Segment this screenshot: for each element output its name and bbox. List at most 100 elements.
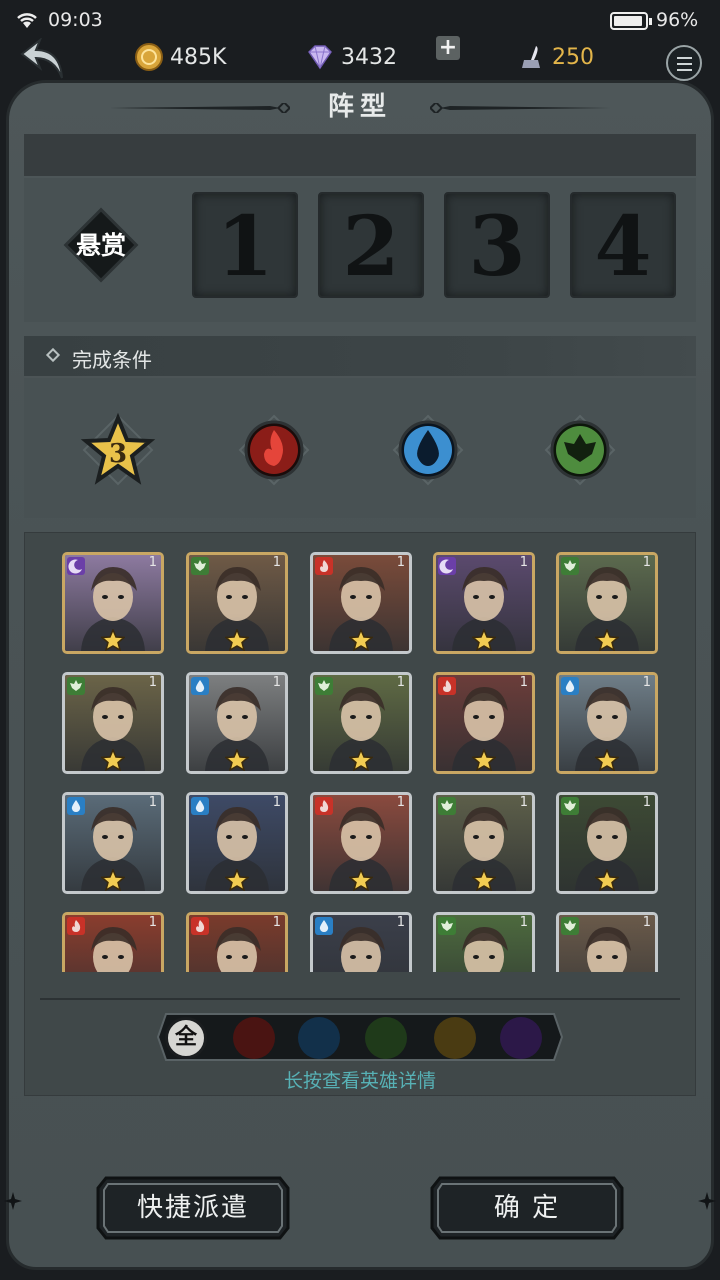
star-rating-icon xyxy=(225,869,249,891)
hero-card[interactable]: 1 xyxy=(433,912,535,972)
bounty-label: 悬赏 xyxy=(75,231,126,260)
diamond-bullet-icon xyxy=(45,347,61,363)
team-slot-3[interactable]: 3 xyxy=(444,192,550,298)
nature-element-icon xyxy=(315,677,333,695)
hero-level: 1 xyxy=(642,795,651,810)
hero-level: 1 xyxy=(396,675,405,690)
gold-counter: 485K xyxy=(134,40,226,74)
confirm-label: 确 定 xyxy=(493,1193,561,1223)
hero-card[interactable]: 1 xyxy=(556,792,658,894)
star-rating-icon xyxy=(349,749,373,771)
hero-card[interactable]: 1 xyxy=(433,792,535,894)
star-rating-icon xyxy=(101,869,125,891)
corner-sparkle-icon xyxy=(698,1192,716,1210)
filter-water-icon[interactable] xyxy=(298,1017,340,1059)
hero-card[interactable]: 1 xyxy=(433,552,535,654)
hero-card[interactable]: 1 xyxy=(556,912,658,972)
hero-level: 1 xyxy=(272,915,281,930)
title-ornament-right xyxy=(430,103,610,113)
hero-card[interactable]: 1 xyxy=(556,552,658,654)
dark-element-icon xyxy=(67,557,85,575)
menu-button[interactable] xyxy=(666,45,702,81)
fire-condition-icon xyxy=(238,414,310,486)
team-slot-2[interactable]: 2 xyxy=(318,192,424,298)
hero-card[interactable]: 1 xyxy=(310,672,412,774)
nature-element-icon xyxy=(67,677,85,695)
star-rating-icon xyxy=(101,749,125,771)
hero-card[interactable]: 1 xyxy=(186,672,288,774)
hero-card[interactable]: 1 xyxy=(62,792,164,894)
hero-card[interactable]: 1 xyxy=(186,792,288,894)
back-icon[interactable] xyxy=(18,38,68,86)
hero-card[interactable]: 1 xyxy=(310,912,412,972)
hero-level: 1 xyxy=(396,915,405,930)
hero-card[interactable]: 1 xyxy=(62,672,164,774)
filter-nature-icon[interactable] xyxy=(365,1017,407,1059)
star-rating-icon xyxy=(472,749,496,771)
filter-fire-icon[interactable] xyxy=(233,1017,275,1059)
confirm-button[interactable]: 确 定 xyxy=(430,1176,624,1240)
ink-counter: 250 xyxy=(516,40,594,74)
filter-dark-icon[interactable] xyxy=(500,1017,542,1059)
fire-element-icon xyxy=(315,557,333,575)
star-rating-icon xyxy=(225,749,249,771)
nature-element-icon xyxy=(438,797,456,815)
hero-level: 1 xyxy=(148,555,157,570)
nature-element-icon xyxy=(438,917,456,935)
hero-card[interactable]: 1 xyxy=(186,912,288,972)
star-rating-icon xyxy=(595,629,619,651)
hero-level: 1 xyxy=(272,555,281,570)
star-rating-icon xyxy=(472,869,496,891)
hero-level: 1 xyxy=(642,915,651,930)
hero-card[interactable]: 1 xyxy=(310,552,412,654)
hero-card[interactable]: 1 xyxy=(186,552,288,654)
star-rating-icon xyxy=(225,629,249,651)
star-rating-icon xyxy=(595,869,619,891)
filter-light-icon[interactable] xyxy=(434,1017,476,1059)
hero-card[interactable]: 1 xyxy=(556,672,658,774)
slot-number: 4 xyxy=(594,199,652,295)
conditions-title: 完成条件 xyxy=(72,348,152,372)
star-requirement-icon: 3 xyxy=(80,412,156,486)
nature-element-icon xyxy=(561,917,579,935)
star-rating-icon xyxy=(349,629,373,651)
corner-sparkle-icon xyxy=(4,1192,22,1210)
hero-level: 1 xyxy=(148,795,157,810)
hero-level: 1 xyxy=(272,675,281,690)
wifi-icon xyxy=(17,13,37,28)
filter-all-button[interactable]: 全 xyxy=(165,1017,207,1059)
hero-level: 1 xyxy=(519,795,528,810)
hero-level: 1 xyxy=(519,555,528,570)
header-strip xyxy=(24,134,696,176)
add-gems-button[interactable]: + xyxy=(436,36,460,60)
battery-icon xyxy=(610,12,652,30)
quill-ink-icon xyxy=(522,46,540,68)
hero-card[interactable]: 1 xyxy=(62,912,164,972)
star-rating-icon xyxy=(349,869,373,891)
nature-element-icon xyxy=(561,797,579,815)
team-slot-4[interactable]: 4 xyxy=(570,192,676,298)
fire-element-icon xyxy=(191,917,209,935)
hero-level: 1 xyxy=(642,675,651,690)
water-element-icon xyxy=(191,797,209,815)
hero-card[interactable]: 1 xyxy=(433,672,535,774)
hero-card[interactable]: 1 xyxy=(310,792,412,894)
filter-all-label: 全 xyxy=(174,1025,197,1050)
hero-level: 1 xyxy=(396,795,405,810)
star-rating-icon xyxy=(101,629,125,651)
hero-level: 1 xyxy=(519,915,528,930)
ink-value: 250 xyxy=(552,44,594,70)
divider xyxy=(40,998,680,1000)
quick-dispatch-button[interactable]: 快捷派遣 xyxy=(96,1176,290,1240)
water-element-icon xyxy=(561,677,579,695)
long-press-hint: 长按查看英雄详情 xyxy=(283,1070,436,1092)
gem-counter: 3432 xyxy=(305,40,397,74)
hero-level: 1 xyxy=(642,555,651,570)
title-ornament-left xyxy=(110,103,290,113)
gem-value: 3432 xyxy=(341,44,397,70)
team-slot-1[interactable]: 1 xyxy=(192,192,298,298)
fire-element-icon xyxy=(67,917,85,935)
hero-level: 1 xyxy=(519,675,528,690)
water-element-icon xyxy=(191,677,209,695)
hero-card[interactable]: 1 xyxy=(62,552,164,654)
